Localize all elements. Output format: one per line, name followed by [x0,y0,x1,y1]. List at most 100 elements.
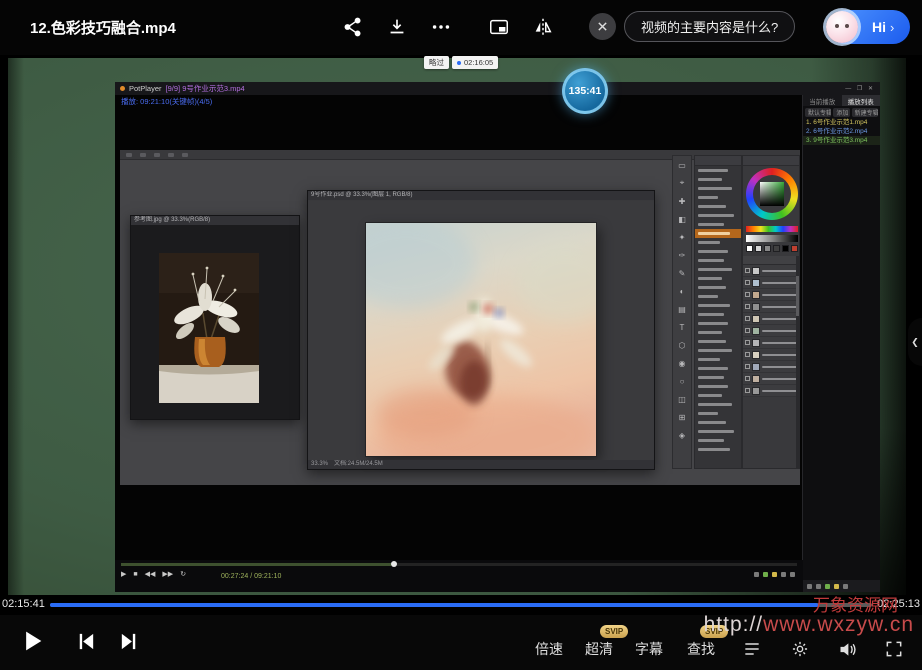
video-stage[interactable]: PotPlayer [9/9] 9号作业示范3.mp4 — ❐ ✕ 播放: 09… [0,55,922,595]
settings-gear-icon[interactable] [790,639,810,659]
video-player-app: 12.色彩技巧融合.mp4 [0,0,922,670]
play-button[interactable] [18,627,46,655]
ps-tool-icon: ◫ [673,390,691,408]
next-button[interactable] [118,630,141,653]
pp-control-glyph: ↻ [180,570,186,578]
playlist-button-new: 新建专辑 [852,108,878,117]
ps-brush-row [695,409,741,418]
ps-canvas-statusbar: 33.3% 文档:24.5M/24.5M [308,460,654,469]
ps-brush-row [695,382,741,391]
ps-color-panel-header [743,156,799,166]
potplayer-osd-text: 播放: 09:21:10(关键帧)(4/5) [121,96,212,107]
ps-brush-row [695,364,741,373]
flip-mirror-icon[interactable] [532,16,554,38]
ps-tool-icon: ▤ [673,300,691,318]
quality-button[interactable]: 超清 [585,639,613,659]
playlist-tab-current: 当前播放 [803,95,842,106]
ps-layer-row [743,373,799,385]
ps-layer-row [743,277,799,289]
ps-tool-icon: ⬡ [673,336,691,354]
progress-filled [50,603,818,607]
ps-layer-row [743,313,799,325]
tooltip-skip-chip: 略过 [424,56,449,69]
color-swatch [764,245,771,252]
download-icon[interactable] [386,16,408,38]
color-swatches [746,245,798,252]
watermark-url: http://www.wxzyw.cn [704,613,914,637]
side-panel-handle[interactable]: ❮ [908,318,922,366]
potplayer-time: 00:27:24 / 09:21:10 [221,573,281,580]
volume-icon[interactable] [837,639,858,660]
close-assistant-button[interactable] [589,13,616,40]
ps-brush-row [695,283,741,292]
speed-button[interactable]: 倍速 [535,639,563,659]
playlist-button-add: 添加 [833,108,849,117]
ps-layer-row [743,385,799,397]
ps-layers-header [743,256,799,265]
ps-tool-icon: ◉ [673,354,691,372]
hue-strip [746,226,798,232]
ps-painting-canvas [366,223,596,456]
more-icon[interactable] [430,16,452,38]
ps-brush-panel [694,155,742,469]
ps-brush-panel-header [695,156,741,166]
ps-brush-row [695,301,741,310]
ps-brush-row [695,247,741,256]
ps-brush-row [695,274,741,283]
potplayer-seekbar [121,563,797,566]
pp-control-glyph: ▶▶ [162,570,173,578]
color-swatch [755,245,762,252]
ps-tool-icon: ✦ [673,228,691,246]
ps-tool-icon: ✚ [673,192,691,210]
find-button[interactable]: 查找 [687,639,715,659]
color-wheel [746,168,798,220]
subtitle-button[interactable]: 字幕 [635,639,663,659]
potplayer-right-icons [754,572,795,577]
assistant-button[interactable]: Hi › [828,10,910,44]
ai-question-chip[interactable]: 视频的主要内容是什么? [624,11,795,42]
color-swatch [782,245,789,252]
tooltip-dot-icon [457,61,461,65]
ps-canvas-title: 9号作业.psd @ 33.3%(图层 1, RGB/8) [308,191,654,200]
picture-in-picture-icon[interactable] [488,16,510,38]
ps-tool-icon: T [673,318,691,336]
potplayer-logo-icon [120,86,125,91]
ps-brush-row [695,193,741,202]
ps-canvas-pasteboard [308,201,654,460]
chapter-marker-badge[interactable]: 135:41 [562,68,608,114]
ps-brush-row [695,238,741,247]
reference-photo-flowers [159,253,259,403]
playlist-item: 3. 9号作业示范3.mp4 [803,136,880,145]
ps-brush-row [695,373,741,382]
ps-color-panel [742,155,800,469]
potplayer-window-buttons: — ❐ ✕ [845,85,875,92]
playlist-icon[interactable] [742,639,762,659]
pp-control-glyph: ■ [133,571,137,578]
fullscreen-icon[interactable] [884,639,904,659]
ps-brush-row [695,436,741,445]
ps-brush-row [695,427,741,436]
chevron-right-icon: › [890,20,894,35]
previous-button[interactable] [74,630,97,653]
playlist-tab-list: 播放列表 [842,95,881,106]
ps-canvas-window: 9号作业.psd @ 33.3%(图层 1, RGB/8) [307,190,655,470]
ps-brush-row [695,328,741,337]
color-swatch [773,245,780,252]
painting-artwork [366,223,596,456]
ps-tool-icon: ⌖ [673,174,691,192]
grayscale-strip [746,235,798,242]
header: 12.色彩技巧融合.mp4 [0,0,922,55]
playlist-item: 1. 6号作业示范1.mp4 [803,118,880,127]
ps-tools-column: ▭⌖✚◧✦✑✎◐▤T⬡◉○◫⊞◈ [672,155,692,469]
ps-tool-icon: ✑ [673,246,691,264]
ps-layer-row [743,289,799,301]
seek-tooltip: 略过 02:16:05 [424,56,498,69]
ps-tool-icon: ○ [673,372,691,390]
assistant-label: Hi [872,19,886,35]
potplayer-titlebar: PotPlayer [9/9] 9号作业示范3.mp4 — ❐ ✕ [115,82,880,95]
progress-bar[interactable] [50,603,872,607]
ps-brush-row [695,400,741,409]
ps-tool-icon: ⊞ [673,408,691,426]
assistant-avatar [826,11,858,43]
share-icon[interactable] [342,16,364,38]
